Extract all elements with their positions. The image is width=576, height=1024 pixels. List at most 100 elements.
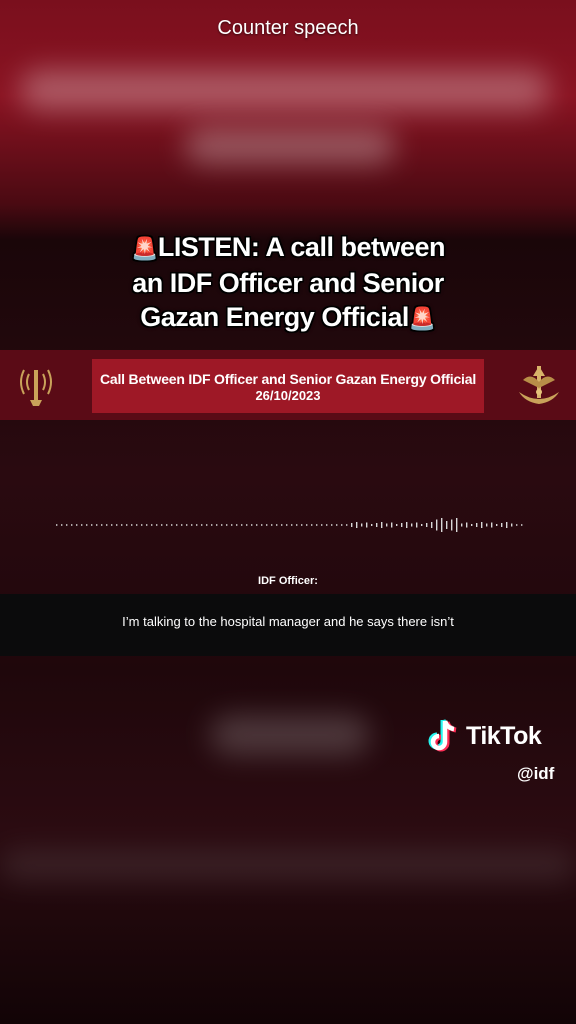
headline-line-1: LISTEN: A call between: [157, 232, 446, 262]
waveform-bar: [396, 524, 398, 526]
waveform-bar: [181, 524, 183, 526]
waveform-bar: [146, 524, 148, 526]
waveform-bar: [341, 524, 343, 526]
waveform-bar: [391, 522, 393, 528]
subtitle-text: I’m talking to the hospital manager and …: [122, 614, 454, 629]
waveform-bar: [421, 524, 423, 526]
waveform-bar: [266, 524, 268, 526]
waveform-bar: [141, 524, 143, 526]
siren-icon: 🚨: [408, 306, 436, 331]
waveform-bar: [196, 524, 198, 526]
waveform-bar: [106, 524, 108, 526]
waveform-bar: [426, 523, 428, 527]
waveform-bar: [151, 524, 153, 526]
waveform-bar: [176, 524, 178, 526]
waveform-bar: [456, 518, 458, 532]
audio-waveform: [56, 518, 523, 532]
waveform-bar: [511, 523, 513, 527]
banner-title-box: Call Between IDF Officer and Senior Gaza…: [92, 359, 484, 413]
waveform-bar: [436, 519, 438, 531]
banner-title: Call Between IDF Officer and Senior Gaza…: [99, 371, 477, 387]
waveform-bar: [111, 524, 113, 526]
waveform-bar: [91, 524, 93, 526]
waveform-bar: [381, 522, 383, 528]
waveform-bar: [326, 524, 328, 526]
waveform-bar: [221, 524, 223, 526]
waveform-bar: [401, 523, 403, 527]
waveform-bar: [201, 524, 203, 526]
waveform-bar: [276, 524, 278, 526]
waveform-bar: [161, 524, 163, 526]
waveform-bar: [216, 524, 218, 526]
waveform-bar: [371, 524, 373, 526]
waveform-bar: [206, 524, 208, 526]
waveform-bar: [521, 524, 523, 526]
waveform-bar: [316, 524, 318, 526]
waveform-bar: [506, 522, 508, 528]
waveform-bar: [56, 524, 58, 526]
waveform-bar: [411, 523, 413, 527]
waveform-bar: [191, 524, 193, 526]
waveform-bar: [136, 524, 138, 526]
waveform-bar: [256, 524, 258, 526]
top-caption: Counter speech: [217, 17, 359, 39]
waveform-bar: [441, 518, 443, 532]
headline: 🚨 LISTEN: A call between an IDF Officer a…: [60, 230, 516, 336]
waveform-bar: [81, 524, 83, 526]
waveform-bar: [356, 522, 358, 528]
waveform-bar: [156, 524, 158, 526]
waveform-bar: [496, 524, 498, 526]
waveform-bar: [116, 524, 118, 526]
waveform-bar: [471, 524, 473, 526]
waveform-bar: [446, 521, 448, 529]
waveform-bar: [76, 524, 78, 526]
waveform-bar: [286, 524, 288, 526]
waveform-bar: [246, 524, 248, 526]
waveform-bar: [351, 523, 353, 527]
waveform-bar: [226, 524, 228, 526]
intelligence-emblem-icon: [20, 369, 52, 406]
waveform-bar: [461, 523, 463, 527]
waveform-bar: [311, 524, 313, 526]
waveform-bar: [516, 524, 518, 526]
waveform-bar: [406, 522, 408, 528]
waveform-bar: [431, 522, 433, 528]
waveform-bar: [501, 523, 503, 527]
waveform-bar: [166, 524, 168, 526]
waveform-bar: [486, 523, 488, 527]
blurred-background-text: [20, 70, 550, 110]
speaker-label: IDF Officer:: [258, 575, 318, 587]
waveform-bar: [231, 524, 233, 526]
waveform-bar: [71, 524, 73, 526]
waveform-bar: [366, 522, 368, 528]
waveform-bar: [336, 524, 338, 526]
headline-line-2: an IDF Officer and Senior: [132, 268, 444, 298]
waveform-bar: [376, 523, 378, 527]
waveform-bar: [466, 522, 468, 528]
headline-line-3: Gazan Energy Official: [140, 302, 409, 332]
waveform-bar: [481, 522, 483, 528]
waveform-bar: [121, 524, 123, 526]
blurred-background-text: [210, 715, 370, 755]
waveform-bar: [86, 524, 88, 526]
waveform-bar: [211, 524, 213, 526]
waveform-bar: [291, 524, 293, 526]
waveform-bar: [241, 524, 243, 526]
tiktok-logo-icon: [428, 719, 457, 752]
waveform-bar: [451, 519, 453, 531]
banner-date: 26/10/2023: [255, 388, 321, 403]
waveform-bar: [321, 524, 323, 526]
waveform-bar: [476, 523, 478, 527]
waveform-bar: [416, 522, 418, 528]
waveform-bar: [346, 524, 348, 526]
waveform-bar: [271, 524, 273, 526]
waveform-bar: [171, 524, 173, 526]
creator-handle: @idf: [517, 764, 555, 783]
tiktok-watermark: TikTok: [426, 718, 542, 754]
waveform-bar: [66, 524, 68, 526]
waveform-bar: [306, 524, 308, 526]
waveform-bar: [296, 524, 298, 526]
blurred-background-text: [0, 850, 576, 880]
waveform-bar: [126, 524, 128, 526]
waveform-bar: [236, 524, 238, 526]
